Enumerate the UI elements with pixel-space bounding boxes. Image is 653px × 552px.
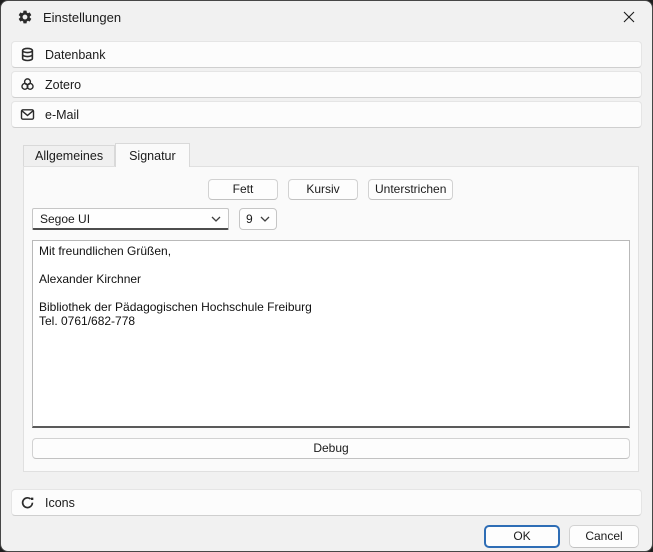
settings-window: Einstellungen Datenbank <box>0 0 653 552</box>
footer: OK Cancel <box>11 525 642 548</box>
dialog-body: Datenbank Zotero e-Mail <box>1 33 652 551</box>
close-button[interactable] <box>606 1 652 33</box>
chevron-down-icon <box>211 216 221 222</box>
font-row: Segoe UI 9 <box>32 208 630 230</box>
section-datenbank[interactable]: Datenbank <box>11 41 642 68</box>
refresh-icon <box>20 495 35 510</box>
zotero-icon <box>20 77 35 92</box>
tabstrip: Allgemeines Signatur <box>23 143 642 166</box>
section-label: e-Mail <box>45 108 79 122</box>
font-family-value: Segoe UI <box>40 212 90 226</box>
tab-signatur[interactable]: Signatur <box>115 143 190 167</box>
font-family-select[interactable]: Segoe UI <box>32 208 229 230</box>
section-zotero[interactable]: Zotero <box>11 71 642 98</box>
tab-allgemeines[interactable]: Allgemeines <box>23 145 115 166</box>
debug-button[interactable]: Debug <box>32 438 630 459</box>
chevron-down-icon <box>260 216 270 222</box>
gear-icon <box>17 9 33 25</box>
section-label: Zotero <box>45 78 81 92</box>
font-size-select[interactable]: 9 <box>239 208 277 230</box>
section-icons[interactable]: Icons <box>11 489 642 516</box>
bold-button[interactable]: Fett <box>208 179 278 200</box>
titlebar[interactable]: Einstellungen <box>1 1 652 33</box>
mail-icon <box>20 107 35 122</box>
section-label: Datenbank <box>45 48 105 62</box>
section-email[interactable]: e-Mail <box>11 101 642 128</box>
section-label: Icons <box>45 496 75 510</box>
italic-button[interactable]: Kursiv <box>288 179 358 200</box>
ok-button[interactable]: OK <box>484 525 560 548</box>
underline-button[interactable]: Unterstrichen <box>368 179 453 200</box>
database-icon <box>20 47 35 62</box>
font-size-value: 9 <box>246 212 253 226</box>
tab-label: Signatur <box>129 149 176 163</box>
cancel-button[interactable]: Cancel <box>569 525 639 548</box>
format-button-row: Fett Kursiv Unterstrichen <box>208 179 630 200</box>
signature-textarea[interactable]: Mit freundlichen Grüßen, Alexander Kirch… <box>32 240 630 428</box>
signature-panel: Fett Kursiv Unterstrichen Segoe UI 9 <box>23 166 639 472</box>
close-icon <box>623 11 635 23</box>
window-title: Einstellungen <box>43 10 121 25</box>
tab-label: Allgemeines <box>35 149 103 163</box>
